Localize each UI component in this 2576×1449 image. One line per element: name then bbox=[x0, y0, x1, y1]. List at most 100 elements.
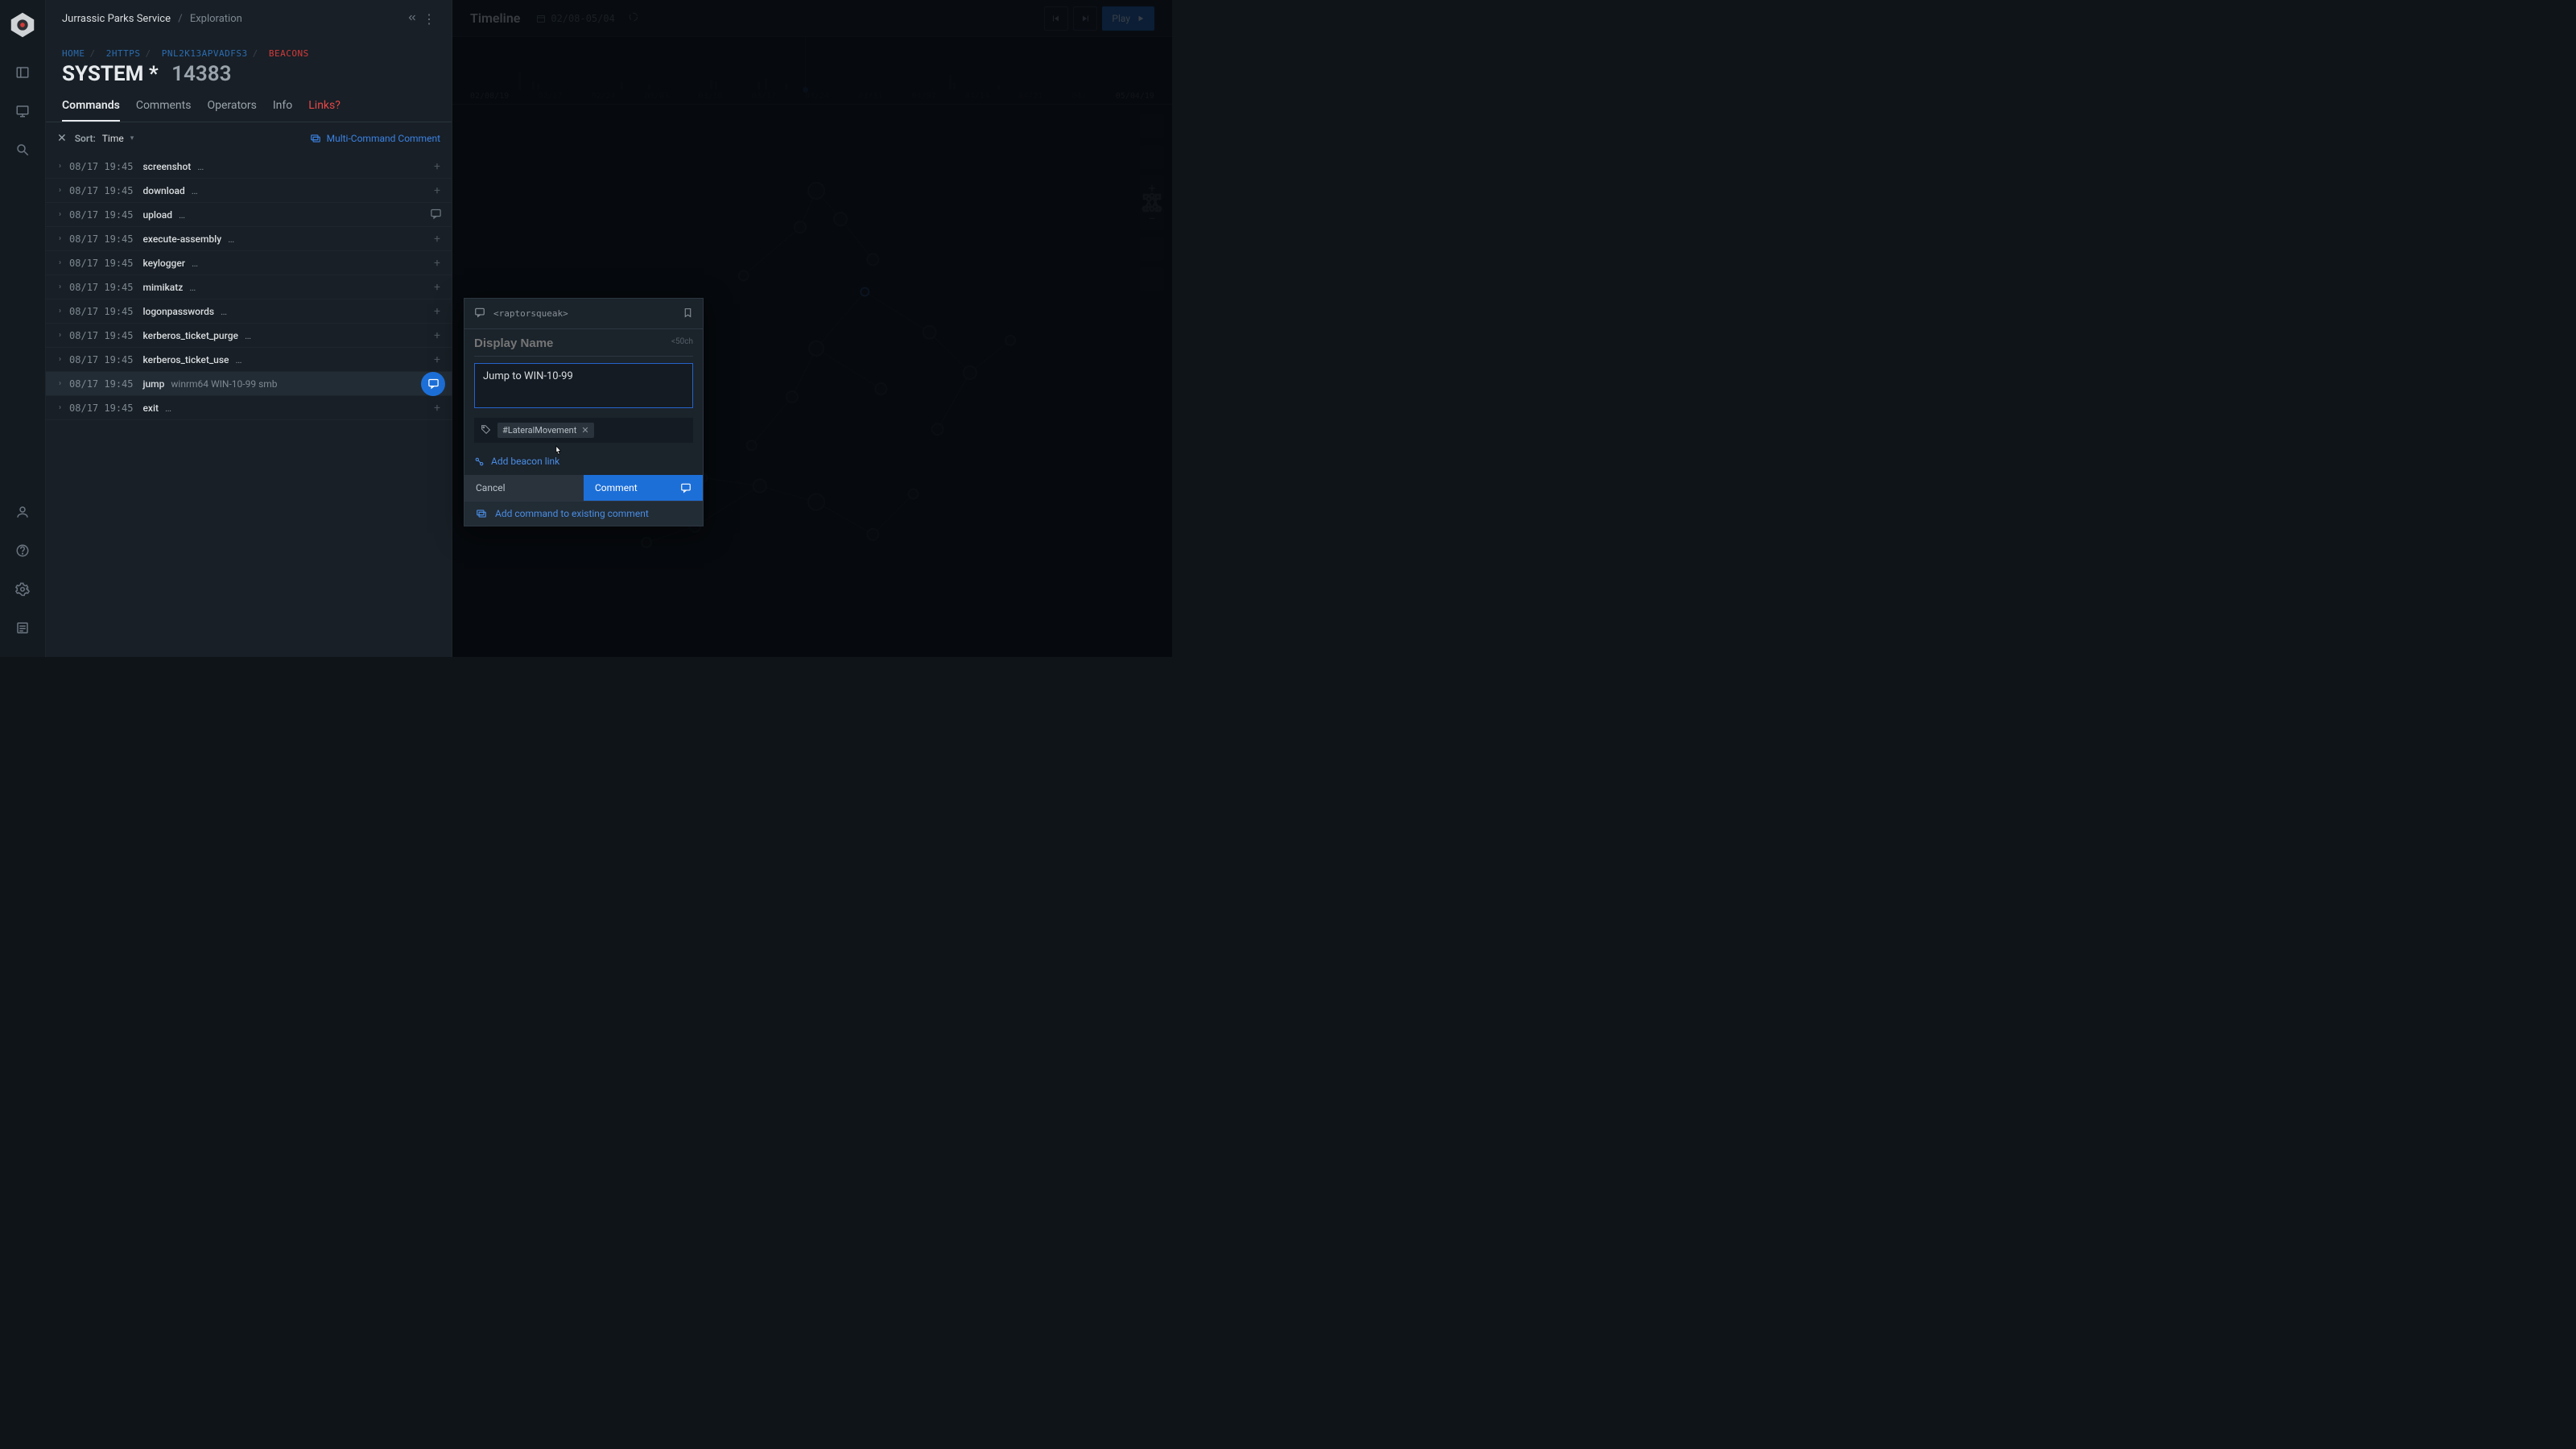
chevron-right-icon[interactable]: › bbox=[59, 234, 61, 243]
nav-presentation-icon[interactable] bbox=[8, 97, 37, 126]
crumb-1[interactable]: 2HTTPS bbox=[106, 48, 141, 59]
add-comment-icon[interactable]: + bbox=[434, 233, 440, 246]
chevron-right-icon[interactable]: › bbox=[59, 379, 61, 388]
nav-list-icon[interactable] bbox=[8, 613, 37, 642]
chevron-right-icon[interactable]: › bbox=[59, 331, 61, 340]
timeline-chart[interactable]: 02/08/1902/1702/2403/0303/1003/1703/2403… bbox=[452, 37, 1172, 105]
command-timestamp: 08/17 19:45 bbox=[69, 161, 133, 172]
nav-search-icon[interactable] bbox=[8, 135, 37, 164]
multi-comment-button[interactable]: Multi-Command Comment bbox=[310, 133, 440, 144]
add-comment-icon[interactable]: + bbox=[434, 257, 440, 270]
add-comment-icon[interactable]: + bbox=[434, 329, 440, 342]
command-row[interactable]: ›08/17 19:45execute-assembly…+ bbox=[46, 227, 452, 251]
skip-forward-button[interactable] bbox=[1073, 6, 1097, 31]
chevron-down-icon[interactable]: ▾ bbox=[130, 134, 134, 142]
display-name-input[interactable] bbox=[474, 336, 693, 350]
timeline-tick: 04/14 bbox=[965, 92, 989, 101]
tab-operators[interactable]: Operators bbox=[207, 99, 256, 122]
chevron-right-icon[interactable]: › bbox=[59, 283, 61, 291]
collapse-panel-icon[interactable] bbox=[407, 11, 418, 27]
nav-help-icon[interactable] bbox=[8, 536, 37, 565]
chevron-right-icon[interactable]: › bbox=[59, 210, 61, 219]
sort-value[interactable]: Time bbox=[102, 133, 124, 144]
add-comment-icon[interactable]: + bbox=[434, 160, 440, 173]
timeline-tick: 02/17 bbox=[538, 92, 562, 101]
timeline-tick: 03/24 bbox=[805, 92, 829, 101]
command-name: logonpasswords bbox=[143, 306, 215, 317]
command-row[interactable]: ›08/17 19:45kerberos_ticket_purge…+ bbox=[46, 324, 452, 348]
cancel-button[interactable]: Cancel bbox=[464, 475, 584, 501]
app-logo bbox=[7, 10, 38, 40]
timeline-title: Timeline bbox=[470, 10, 520, 26]
command-row[interactable]: ›08/17 19:45upload… bbox=[46, 203, 452, 227]
has-comment-icon[interactable] bbox=[430, 208, 442, 222]
command-row[interactable]: ›08/17 19:45mimikatz…+ bbox=[46, 275, 452, 299]
add-comment-icon[interactable]: + bbox=[434, 184, 440, 197]
add-comment-icon[interactable]: + bbox=[434, 402, 440, 415]
chevron-right-icon[interactable]: › bbox=[59, 258, 61, 267]
chevron-right-icon[interactable]: › bbox=[59, 403, 61, 412]
nav-user-icon[interactable] bbox=[8, 497, 37, 526]
command-timestamp: 08/17 19:45 bbox=[69, 233, 133, 245]
timeline-tick: 04/21 bbox=[1018, 92, 1042, 101]
comment-textarea[interactable] bbox=[474, 363, 693, 408]
tab-bar: Commands Comments Operators Info Links? bbox=[46, 91, 452, 122]
nav-settings-icon[interactable] bbox=[8, 575, 37, 604]
crumb-home[interactable]: HOME bbox=[62, 48, 85, 59]
tab-commands[interactable]: Commands bbox=[62, 99, 120, 122]
add-comment-icon[interactable]: + bbox=[434, 353, 440, 366]
command-row[interactable]: ›08/17 19:45screenshot…+ bbox=[46, 155, 452, 179]
timeline-tick: 03/17 bbox=[752, 92, 776, 101]
tab-links[interactable]: Links? bbox=[308, 99, 341, 122]
nav-panel-icon[interactable] bbox=[8, 58, 37, 87]
timeline-tick: 05/04/19 bbox=[1116, 92, 1154, 101]
crumb-current: BEACONS bbox=[269, 48, 309, 59]
command-args: … bbox=[228, 233, 234, 245]
remove-tag-icon[interactable]: ✕ bbox=[581, 425, 588, 436]
command-name: screenshot bbox=[143, 161, 192, 172]
activity-rail bbox=[0, 0, 46, 657]
command-row[interactable]: ›08/17 19:45keylogger…+ bbox=[46, 251, 452, 275]
play-button[interactable]: Play bbox=[1102, 6, 1154, 31]
bookmark-icon[interactable] bbox=[683, 308, 693, 320]
command-row[interactable]: ›08/17 19:45exit…+ bbox=[46, 396, 452, 420]
comment-author: <raptorsqueak> bbox=[493, 308, 568, 319]
command-name: kerberos_ticket_purge bbox=[143, 330, 238, 341]
command-timestamp: 08/17 19:45 bbox=[69, 185, 133, 196]
command-args: … bbox=[192, 185, 198, 196]
chevron-right-icon[interactable]: › bbox=[59, 186, 61, 195]
timeline-scrubber[interactable] bbox=[805, 37, 806, 89]
chevron-right-icon[interactable]: › bbox=[59, 355, 61, 364]
timeline-bar bbox=[518, 72, 521, 89]
command-row[interactable]: ›08/17 19:45kerberos_ticket_use…+ bbox=[46, 348, 452, 372]
page-badge: 14383 bbox=[171, 62, 231, 86]
add-comment-icon[interactable]: + bbox=[434, 281, 440, 294]
command-timestamp: 08/17 19:45 bbox=[69, 282, 133, 293]
add-to-existing-button[interactable]: Add command to existing comment bbox=[464, 501, 703, 526]
graph-settings-icon[interactable] bbox=[1140, 267, 1164, 291]
add-comment-icon[interactable]: + bbox=[434, 305, 440, 318]
collapse-all-icon[interactable]: ✕ bbox=[57, 132, 67, 145]
crumb-2[interactable]: PNL2K13APVADFS3 bbox=[162, 48, 248, 59]
timeline-range: 02/08-05/04 bbox=[536, 13, 614, 24]
org-name: Jurrassic Parks Service bbox=[62, 13, 171, 25]
chevron-right-icon[interactable]: › bbox=[59, 162, 61, 171]
command-row[interactable]: ›08/17 19:45download…+ bbox=[46, 179, 452, 203]
page-title: SYSTEM * 14383 bbox=[62, 62, 231, 86]
command-row[interactable]: ›08/17 19:45logonpasswords…+ bbox=[46, 299, 452, 324]
tab-comments[interactable]: Comments bbox=[136, 99, 192, 122]
command-name: keylogger bbox=[143, 258, 186, 269]
add-beacon-link-button[interactable]: Add beacon link bbox=[464, 451, 703, 475]
command-args: … bbox=[221, 306, 227, 317]
command-timestamp: 08/17 19:45 bbox=[69, 258, 133, 269]
timeline-tick: 03/10 bbox=[698, 92, 722, 101]
more-icon[interactable]: ⋮ bbox=[423, 11, 436, 27]
command-row[interactable]: ›08/17 19:45jumpwinrm64 WIN-10-99 smb bbox=[46, 372, 452, 396]
timeline-bar bbox=[710, 80, 712, 89]
chevron-right-icon[interactable]: › bbox=[59, 307, 61, 316]
tag-chip[interactable]: #LateralMovement ✕ bbox=[497, 423, 594, 438]
tab-info[interactable]: Info bbox=[273, 99, 292, 122]
skip-back-button[interactable] bbox=[1044, 6, 1068, 31]
active-comment-icon[interactable] bbox=[421, 372, 445, 396]
comment-submit-button[interactable]: Comment bbox=[584, 475, 703, 501]
